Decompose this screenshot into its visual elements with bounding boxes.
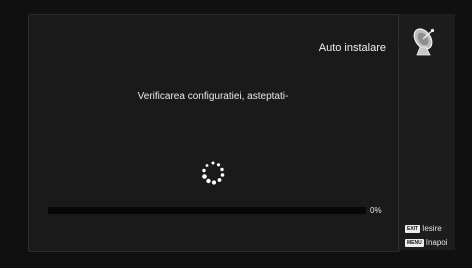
exit-key-icon: EXIT bbox=[405, 224, 421, 233]
progress-bar bbox=[48, 207, 366, 214]
status-message: Verificarea configuratiei, asteptati- bbox=[137, 91, 289, 102]
back-hint[interactable]: MENU Inapoi bbox=[405, 238, 448, 247]
exit-label: Iesire bbox=[422, 224, 442, 233]
exit-hint[interactable]: EXIT Iesire bbox=[405, 224, 442, 233]
menu-key-icon: MENU bbox=[405, 238, 424, 247]
title-pointer-arrow bbox=[390, 38, 399, 56]
progress-percent: 0% bbox=[370, 206, 382, 215]
back-label: Inapoi bbox=[425, 238, 448, 247]
loading-spinner-icon bbox=[202, 161, 225, 185]
page-title: Auto instalare bbox=[318, 42, 386, 54]
satellite-dish-icon bbox=[413, 28, 435, 56]
